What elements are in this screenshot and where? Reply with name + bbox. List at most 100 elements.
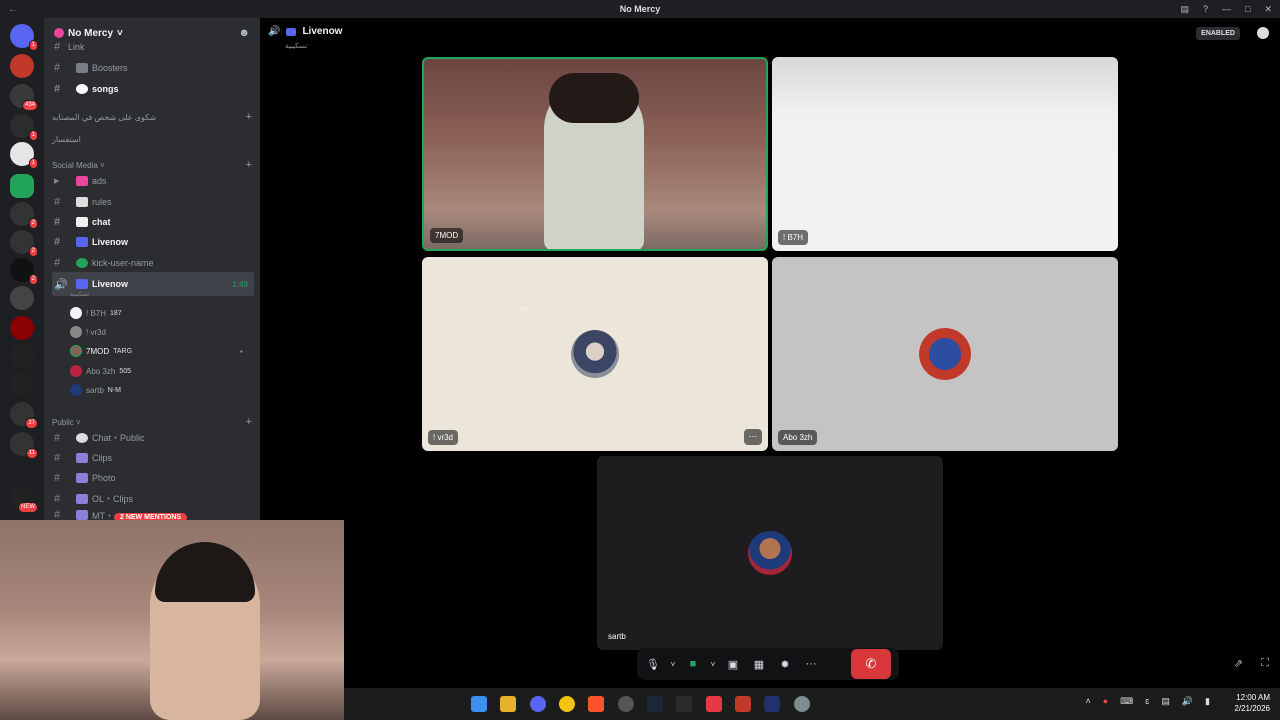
- maximize-button[interactable]: □: [1245, 4, 1250, 14]
- xbox-icon[interactable]: [676, 696, 692, 712]
- app-icon[interactable]: [735, 696, 751, 712]
- screen-share-icon[interactable]: ▣: [721, 652, 745, 676]
- voice-user[interactable]: 7MOD TARG ▪: [70, 345, 243, 357]
- server-icon[interactable]: [10, 316, 34, 340]
- video-tile[interactable]: sartb: [597, 456, 943, 650]
- popout-icon[interactable]: ⇗: [1234, 657, 1243, 670]
- add-channel-icon[interactable]: +: [246, 416, 252, 428]
- battery-icon[interactable]: ▮: [1205, 696, 1210, 707]
- soundboard-icon[interactable]: ✸: [773, 652, 797, 676]
- call-channel-name: Livenow: [302, 26, 343, 37]
- app-icon[interactable]: [764, 696, 780, 712]
- app-icon[interactable]: [559, 696, 575, 712]
- file-explorer-icon[interactable]: [500, 696, 516, 712]
- voice-user[interactable]: ! vr3d: [70, 326, 106, 338]
- voice-channel-icon: 🔊: [54, 278, 68, 291]
- participant-avatar: [748, 531, 792, 575]
- more-icon[interactable]: ···: [799, 652, 823, 676]
- channel-photo[interactable]: # Photo: [52, 468, 254, 487]
- server-icon[interactable]: [10, 286, 34, 310]
- fullscreen-icon[interactable]: ⛶: [1261, 657, 1269, 670]
- video-tile[interactable]: ! vr3d ···: [422, 257, 768, 451]
- add-channel-icon[interactable]: +: [246, 159, 252, 171]
- minimize-button[interactable]: —: [1222, 4, 1231, 14]
- server-rail: 1 434 1 1 2 2 2 27 11 NEW: [0, 18, 44, 520]
- mouse-cursor-icon: ☞: [520, 303, 531, 317]
- server-icon[interactable]: NEW: [10, 486, 38, 513]
- channel-ads[interactable]: ▸ ads: [52, 171, 254, 190]
- voice-user[interactable]: sartb N-M: [70, 384, 121, 396]
- server-icon[interactable]: 1: [10, 114, 38, 141]
- help-icon[interactable]: ?: [1203, 4, 1208, 14]
- text-channel-icon: #: [54, 82, 61, 95]
- server-icon[interactable]: 2: [10, 202, 38, 229]
- participant-name: ! vr3d: [428, 430, 459, 445]
- taskbar-clock[interactable]: 12:00 AM 2/21/2026: [1234, 692, 1270, 714]
- disconnect-button[interactable]: ✆: [851, 649, 891, 679]
- network-icon[interactable]: ▤: [1161, 696, 1170, 707]
- video-tile[interactable]: 7MOD: [422, 57, 768, 251]
- voice-user[interactable]: ! B7H 187: [70, 307, 122, 319]
- mic-icon[interactable]: ●: [1103, 696, 1108, 707]
- channel-chat[interactable]: # chat: [52, 212, 254, 231]
- call-status[interactable]: تسكيبية: [285, 42, 307, 50]
- language-icon[interactable]: ɛ: [1145, 696, 1149, 707]
- camera-icon[interactable]: ■: [681, 652, 705, 676]
- app-icon[interactable]: [706, 696, 722, 712]
- server-icon[interactable]: [10, 372, 34, 396]
- channel-rules[interactable]: # rules: [52, 192, 254, 211]
- category-public[interactable]: Public ˅ +: [52, 416, 252, 428]
- brave-icon[interactable]: [588, 696, 604, 712]
- channel-chat-public[interactable]: # Chat・Public: [52, 428, 254, 447]
- channel-boosters[interactable]: # Boosters: [52, 58, 254, 77]
- participant-avatar: [917, 326, 973, 382]
- channel-clips[interactable]: # Clips: [52, 448, 254, 467]
- text-channel-icon: #: [54, 256, 61, 269]
- category-complaint[interactable]: شكوى على شخص في المصنابه +: [52, 111, 252, 123]
- server-icon[interactable]: 2: [10, 230, 38, 257]
- channel-kick[interactable]: # kick-user-name: [52, 253, 254, 272]
- chat-icon[interactable]: [1257, 27, 1269, 39]
- chevron-down-icon: ˅: [117, 27, 123, 39]
- channel-emoji-icon: [286, 27, 297, 36]
- channel-songs[interactable]: # songs: [52, 79, 254, 98]
- server-icon[interactable]: [10, 344, 34, 368]
- channel-livenow-text[interactable]: # Livenow: [52, 232, 254, 251]
- server-icon[interactable]: 1: [10, 142, 38, 169]
- home-discord-icon[interactable]: 1: [10, 24, 38, 51]
- more-options-icon[interactable]: ···: [744, 429, 762, 445]
- server-icon[interactable]: 27: [10, 402, 38, 429]
- streamer-hair: [155, 542, 255, 602]
- enabled-badge[interactable]: ENABLED: [1196, 27, 1240, 40]
- close-button[interactable]: ✕: [1264, 4, 1272, 15]
- server-icon[interactable]: 2: [10, 258, 38, 285]
- keyboard-icon[interactable]: ⌨: [1120, 696, 1133, 707]
- add-channel-icon[interactable]: +: [246, 111, 252, 123]
- mic-icon[interactable]: 🎙: [641, 652, 665, 676]
- server-folder-icon[interactable]: [10, 174, 34, 198]
- chevron-down-icon[interactable]: ˅: [707, 652, 719, 676]
- category-social-media[interactable]: Social Media ˅ +: [52, 159, 252, 171]
- participant-name: sartb: [608, 632, 626, 641]
- category-forms[interactable]: استفسار: [52, 135, 252, 144]
- invite-people-icon[interactable]: ☻: [238, 27, 250, 39]
- volume-icon[interactable]: 🔊: [1182, 696, 1193, 707]
- channel-ol-clips[interactable]: # OL・Clips: [52, 489, 254, 508]
- settings-icon[interactable]: [794, 696, 810, 712]
- server-icon[interactable]: 11: [10, 432, 38, 459]
- discord-icon[interactable]: [530, 696, 546, 712]
- chevron-down-icon[interactable]: ˅: [667, 652, 679, 676]
- obs-icon[interactable]: [618, 696, 634, 712]
- video-tile[interactable]: Abo 3zh: [772, 257, 1118, 451]
- activities-icon[interactable]: ▦: [747, 652, 771, 676]
- server-icon[interactable]: 434: [10, 84, 38, 111]
- chevron-up-icon[interactable]: ˄: [1085, 696, 1090, 707]
- server-icon[interactable]: [10, 54, 34, 78]
- channel-link[interactable]: # Link: [52, 42, 252, 52]
- steam-icon[interactable]: [647, 696, 663, 712]
- start-icon[interactable]: [471, 696, 487, 712]
- camera-icon: ▪: [240, 346, 243, 356]
- voice-user[interactable]: Abo 3zh 505: [70, 365, 131, 377]
- video-tile[interactable]: ! B7H: [772, 57, 1118, 251]
- inbox-icon[interactable]: ▤: [1180, 4, 1189, 15]
